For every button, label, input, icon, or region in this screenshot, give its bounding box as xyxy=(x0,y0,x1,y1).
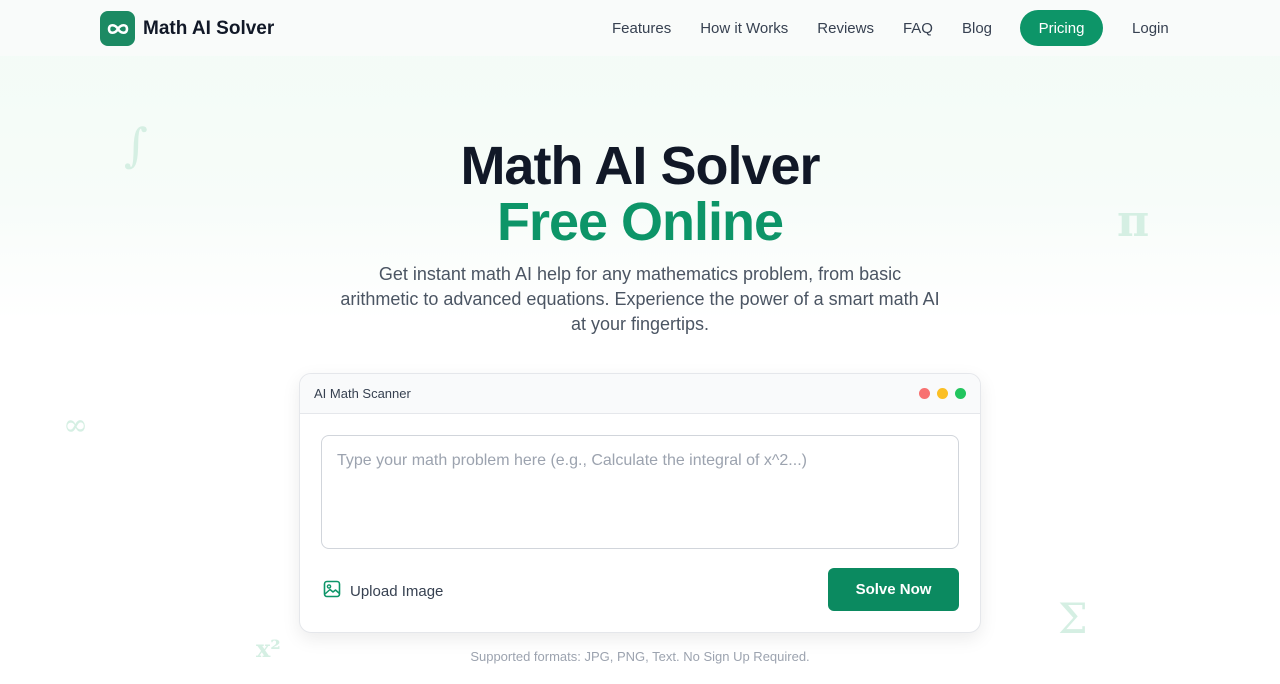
scanner-header: AI Math Scanner xyxy=(300,374,980,414)
upload-image-button[interactable]: Upload Image xyxy=(323,580,443,603)
brand-logo[interactable]: Math AI Solver xyxy=(100,11,274,46)
nav-link-reviews[interactable]: Reviews xyxy=(817,20,874,37)
hero-subtitle: Free Online xyxy=(496,192,784,252)
infinity-symbol-decoration: ∞ xyxy=(63,408,88,443)
supported-formats-note: Supported formats: JPG, PNG, Text. No Si… xyxy=(470,649,810,664)
nav-link-faq[interactable]: FAQ xyxy=(903,20,933,37)
nav-link-blog[interactable]: Blog xyxy=(962,20,992,37)
image-icon xyxy=(323,580,341,603)
window-controls xyxy=(912,388,966,399)
login-link[interactable]: Login xyxy=(1132,20,1169,37)
infinity-icon xyxy=(100,11,135,46)
upload-image-label: Upload Image xyxy=(350,583,444,600)
scanner-title: AI Math Scanner xyxy=(314,386,411,401)
nav-link-how-it-works[interactable]: How it Works xyxy=(700,20,788,37)
top-navbar: Math AI Solver Features How it Works Rev… xyxy=(0,0,1280,56)
red-dot-icon xyxy=(919,388,930,399)
nav-links: Features How it Works Reviews FAQ Blog P… xyxy=(612,0,1169,56)
hero-title: Math AI Solver xyxy=(460,136,820,196)
hero-section: Math AI Solver Free Online Get instant m… xyxy=(0,138,1280,337)
yellow-dot-icon xyxy=(937,388,948,399)
green-dot-icon xyxy=(955,388,966,399)
sigma-symbol-decoration: Σ xyxy=(1058,594,1088,643)
math-scanner-card: AI Math Scanner Upload Image Solve Now xyxy=(299,373,981,633)
hero-description: Get instant math AI help for any mathema… xyxy=(340,264,940,334)
nav-link-features[interactable]: Features xyxy=(612,20,671,37)
brand-name: Math AI Solver xyxy=(143,17,275,39)
pricing-button[interactable]: Pricing xyxy=(1020,10,1104,46)
solve-now-button[interactable]: Solve Now xyxy=(828,568,959,611)
math-problem-input[interactable] xyxy=(321,435,959,549)
